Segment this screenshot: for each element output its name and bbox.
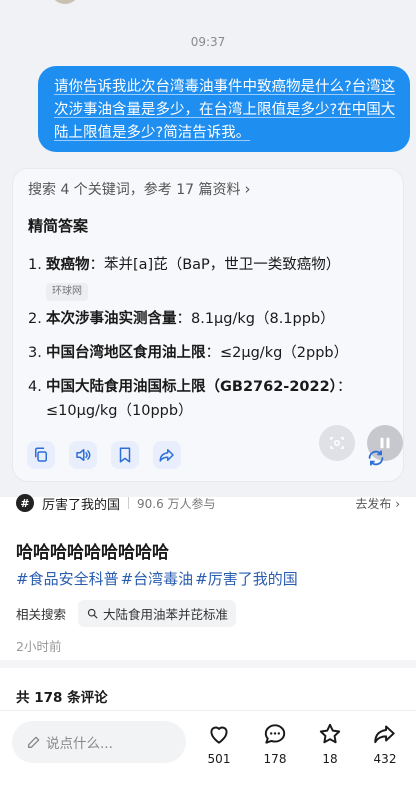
- list-item-number: 2.: [28, 311, 42, 327]
- divider: [128, 497, 130, 509]
- related-search-label: 相关搜索: [16, 607, 67, 622]
- source-tag-wrap: 环球网: [28, 279, 88, 301]
- favorite-button[interactable]: 18: [310, 721, 350, 766]
- hashtag-link[interactable]: #厉害了我的国: [195, 570, 298, 588]
- bookmark-button[interactable]: [111, 441, 139, 469]
- message-timestamp: 09:37: [190, 35, 226, 49]
- screenshot-button[interactable]: [319, 425, 355, 461]
- comment-count: 178: [263, 752, 287, 766]
- post-time: 2小时前: [16, 639, 62, 654]
- favorite-count: 18: [322, 752, 338, 766]
- topic-name: 厉害了我的国: [42, 497, 121, 513]
- bookmark-icon: [119, 447, 131, 463]
- pencil-icon: [28, 736, 40, 748]
- share-arrow-icon: [374, 725, 395, 744]
- avatar: [50, 0, 80, 4]
- list-item-text: ：苯并[a]芘（BaP，世卫一类致癌物）: [89, 257, 341, 273]
- list-item-label: 本次涉事油实测含量: [46, 311, 177, 327]
- list-item: 2. 本次涉事油实测含量：8.1μg/kg（8.1ppb）: [28, 307, 335, 331]
- speaker-icon: [76, 449, 91, 461]
- share-icon: [159, 449, 174, 462]
- share-answer-button[interactable]: [153, 441, 181, 469]
- hashtag-icon: #: [16, 494, 34, 512]
- share-button[interactable]: 432: [365, 721, 405, 766]
- topic-participants: 90.6 万人参与: [137, 496, 216, 511]
- answer-actions: [27, 441, 181, 469]
- regenerate-button[interactable]: [365, 447, 387, 473]
- list-item-label: 中国台湾地区食用油上限: [46, 345, 206, 361]
- capture-icon: [330, 437, 344, 449]
- post-title: 哈哈哈哈哈哈哈哈哈: [16, 543, 169, 563]
- section-divider: [0, 660, 416, 668]
- refresh-icon: [368, 450, 384, 466]
- go-post-button[interactable]: 去发布 ›: [355, 495, 400, 512]
- hashtag-link[interactable]: #食品安全科普: [16, 570, 119, 588]
- share-count: 432: [373, 752, 397, 766]
- like-button[interactable]: 501: [199, 721, 239, 766]
- list-item: 1. 致癌物：苯并[a]芘（BaP，世卫一类致癌物）: [28, 253, 340, 277]
- comment-icon: [264, 724, 286, 744]
- star-icon: [319, 723, 341, 744]
- comment-input[interactable]: 说点什么...: [12, 721, 186, 763]
- list-item-label: 中国大陆食用油国标上限（GB2762-2022）: [46, 379, 337, 395]
- bottom-bar: 说点什么... 501 178 18 432: [0, 710, 416, 800]
- comment-placeholder: 说点什么...: [46, 736, 113, 752]
- search-icon: [87, 608, 98, 619]
- related-search-query: 大陆食用油苯并芘标准: [103, 607, 229, 622]
- source-tag[interactable]: 环球网: [46, 283, 88, 301]
- list-item-text: ：8.1μg/kg（8.1ppb）: [176, 311, 335, 327]
- like-count: 501: [207, 752, 231, 766]
- list-item-number: 1.: [28, 257, 42, 273]
- related-search-chip[interactable]: 大陆食用油苯并芘标准: [78, 600, 237, 627]
- copy-icon: [35, 447, 47, 462]
- comment-button[interactable]: 178: [255, 721, 295, 766]
- read-aloud-button[interactable]: [69, 441, 97, 469]
- comments-count: 共 178 条评论: [16, 690, 108, 706]
- list-item-text: ：≤2μg/kg（2ppb）: [205, 345, 349, 361]
- list-item: 4. 中国大陆食用油国标上限（GB2762-2022）：≤10μg/kg（10p…: [28, 375, 398, 423]
- copy-button[interactable]: [27, 441, 55, 469]
- ai-answer-card: 搜索 4 个关键词，参考 17 篇资料 › 精简答案 1. 致癌物：苯并[a]芘…: [12, 168, 404, 482]
- search-references-text: 搜索 4 个关键词，参考 17 篇资料: [28, 182, 241, 198]
- topic-row[interactable]: # 厉害了我的国 90.6 万人参与 去发布 ›: [0, 488, 416, 518]
- list-item-number: 3.: [28, 345, 42, 361]
- user-message-text: 请你告诉我此次台湾毒油事件中致癌物是什么?台湾这次涉事油含量是多少，在台湾上限值…: [54, 79, 396, 141]
- answer-title: 精简答案: [28, 217, 89, 235]
- chevron-right-icon: ›: [244, 180, 251, 198]
- list-item-number: 4.: [28, 379, 42, 395]
- hashtag-link[interactable]: #台湾毒油: [121, 570, 194, 588]
- list-item: 3. 中国台湾地区食用油上限：≤2μg/kg（2ppb）: [28, 341, 348, 365]
- search-references-link[interactable]: 搜索 4 个关键词，参考 17 篇资料 ›: [28, 179, 251, 199]
- hashtag-list: #食品安全科普 #台湾毒油 #厉害了我的国: [16, 568, 300, 589]
- heart-icon: [210, 726, 228, 744]
- user-message-bubble[interactable]: 请你告诉我此次台湾毒油事件中致癌物是什么?台湾这次涉事油含量是多少，在台湾上限值…: [38, 66, 410, 152]
- chat-area: 09:37 请你告诉我此次台湾毒油事件中致癌物是什么?台湾这次涉事油含量是多少，…: [0, 0, 416, 497]
- list-item-label: 致癌物: [46, 257, 90, 273]
- related-search-row: 相关搜索 大陆食用油苯并芘标准: [16, 600, 237, 627]
